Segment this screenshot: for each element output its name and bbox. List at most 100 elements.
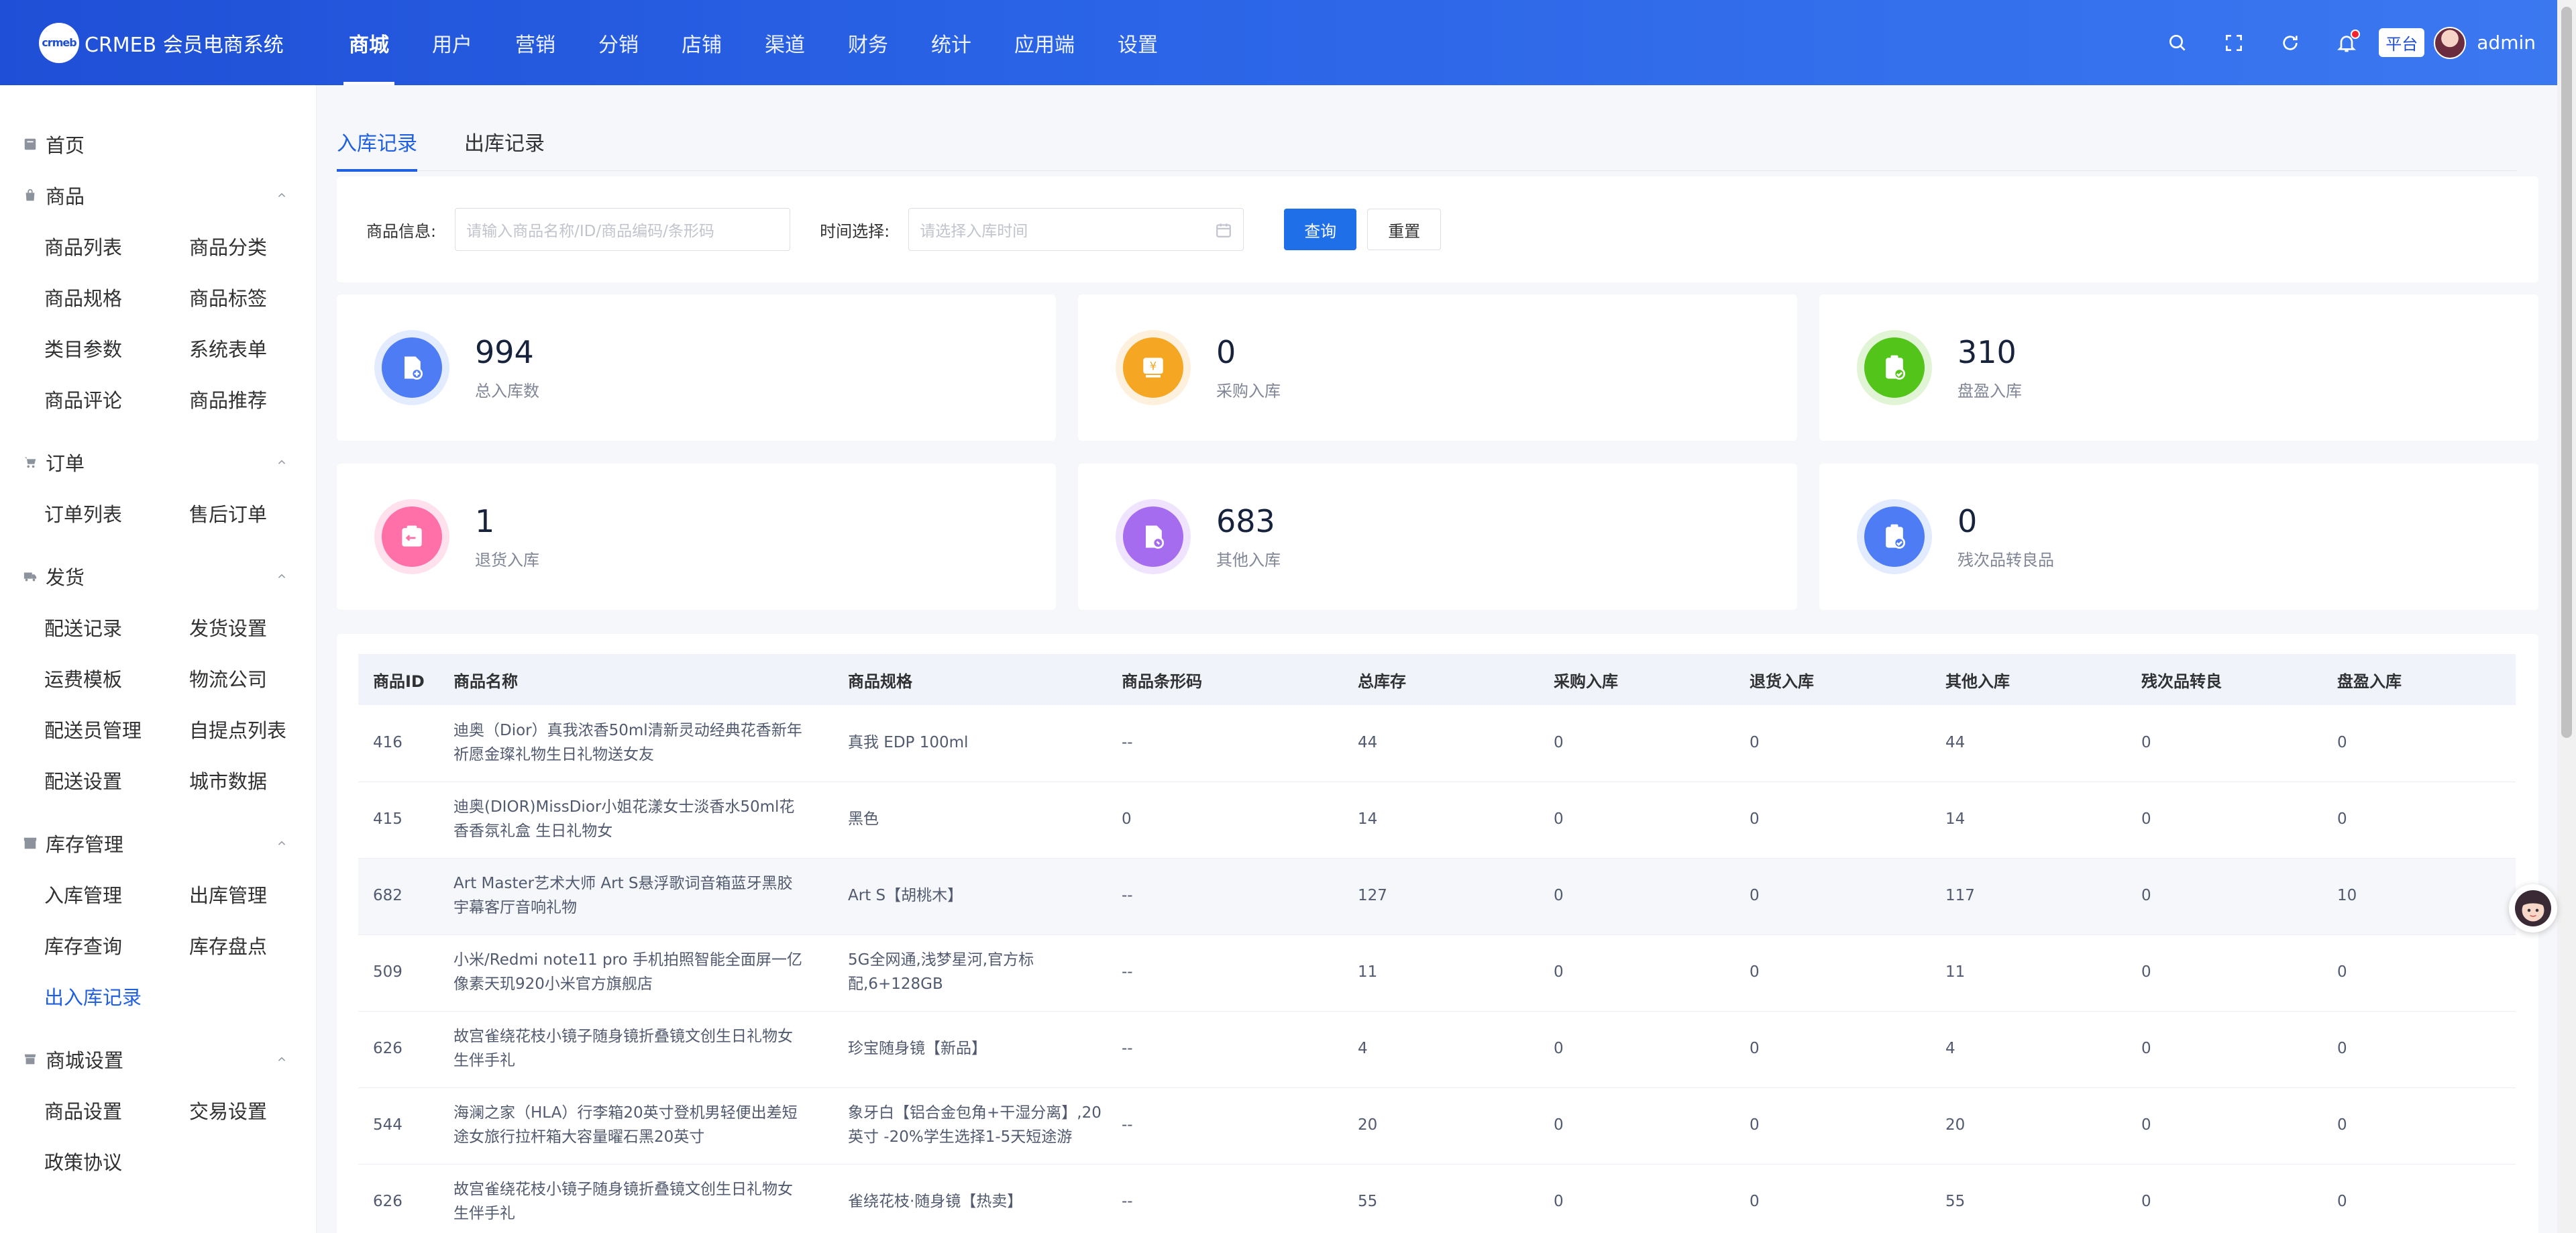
column-header[interactable]: 残次品转良 — [2127, 654, 2322, 705]
sidebar-item[interactable]: 配送设置 — [44, 755, 189, 806]
product-search-input[interactable]: 请输入商品名称/ID/商品编码/条形码 — [455, 208, 791, 251]
table-row[interactable]: 416 迪奥（Dior）真我浓香50ml清新灵动经典花香新年祈愿金璨礼物生日礼物… — [358, 705, 2516, 782]
sidebar-item[interactable]: 库存查询 — [44, 920, 189, 971]
stat-icon-ring — [374, 330, 449, 405]
topnav-users[interactable]: 用户 — [411, 0, 494, 85]
topnav-finance[interactable]: 财务 — [826, 0, 910, 85]
column-header[interactable]: 商品规格 — [833, 654, 1107, 705]
scrollbar-thumb[interactable] — [2561, 7, 2572, 738]
main-content: 入库记录 出库记录 商品信息: 请输入商品名称/ID/商品编码/条形码 时间选择… — [317, 85, 2557, 1233]
calendar-icon — [1216, 223, 1232, 237]
search-icon[interactable] — [2149, 23, 2206, 63]
sidebar-label: 订单 — [46, 452, 85, 475]
refresh-icon[interactable] — [2262, 23, 2318, 63]
cell-id: 544 — [358, 1087, 439, 1165]
query-button[interactable]: 查询 — [1284, 209, 1357, 250]
cell-barcode: 0 — [1107, 782, 1343, 859]
sidebar-item-active[interactable]: 出入库记录 — [44, 971, 189, 1022]
cell-surplus-in: 0 — [2322, 1087, 2516, 1165]
date-picker-input[interactable]: 请选择入库时间 — [908, 208, 1244, 251]
cell-product-name: 故宫雀绕花枝小镜子随身镜折叠镜文创生日礼物女生伴手礼 — [439, 1011, 833, 1088]
logo[interactable]: crmeb CRMEB 会员电商系统 — [39, 22, 307, 63]
sidebar-item[interactable]: 商品列表 — [44, 221, 189, 272]
table-row[interactable]: 415 迪奥(DIOR)MissDior小姐花漾女士淡香水50ml花香香氛礼盒 … — [358, 782, 2516, 859]
sidebar-item[interactable]: 商品设置 — [44, 1085, 189, 1136]
tab-inbound-records[interactable]: 入库记录 — [337, 112, 417, 172]
sidebar-item[interactable]: 交易设置 — [189, 1085, 334, 1136]
sidebar-item[interactable]: 商品规格 — [44, 272, 189, 323]
cell-purchase-in: 0 — [1539, 934, 1735, 1012]
cell-total-stock: 20 — [1343, 1087, 1539, 1165]
topnav-channels[interactable]: 渠道 — [743, 0, 826, 85]
cell-id: 626 — [358, 1011, 439, 1088]
column-header[interactable]: 其他入库 — [1931, 654, 2127, 705]
topnav-mall[interactable]: 商城 — [327, 0, 411, 85]
column-header[interactable]: 退货入库 — [1735, 654, 1931, 705]
topnav-statistics[interactable]: 统计 — [910, 0, 993, 85]
sidebar-item[interactable]: 订单列表 — [44, 488, 189, 539]
page-scrollbar[interactable] — [2557, 0, 2576, 1233]
table-row[interactable]: 626 故宫雀绕花枝小镜子随身镜折叠镜文创生日礼物女生伴手礼 雀绕花枝·随身镜【… — [358, 1164, 2516, 1233]
column-header[interactable]: 商品ID — [358, 654, 439, 705]
store-icon — [24, 1054, 36, 1065]
topnav-stores[interactable]: 店铺 — [660, 0, 743, 85]
topnav-marketing[interactable]: 营销 — [494, 0, 577, 85]
sidebar-group-title[interactable]: 商品 — [0, 170, 316, 221]
topnav-settings[interactable]: 设置 — [1096, 0, 1179, 85]
sidebar-item[interactable]: 运费模板 — [44, 653, 189, 704]
cell-other-in: 11 — [1931, 934, 2127, 1012]
cell-purchase-in: 0 — [1539, 1087, 1735, 1165]
column-header[interactable]: 采购入库 — [1539, 654, 1735, 705]
sidebar-item[interactable]: 入库管理 — [44, 869, 189, 920]
table-row[interactable]: 626 故宫雀绕花枝小镜子随身镜折叠镜文创生日礼物女生伴手礼 珍宝随身镜【新品】… — [358, 1011, 2516, 1088]
sidebar-item[interactable]: 库存盘点 — [189, 920, 334, 971]
sidebar-item[interactable]: 自提点列表 — [189, 704, 334, 755]
sidebar-item[interactable]: 配送员管理 — [44, 704, 189, 755]
sidebar-item[interactable]: 商品评论 — [44, 374, 189, 425]
sidebar-item[interactable]: 商品标签 — [189, 272, 334, 323]
reset-button[interactable]: 重置 — [1367, 209, 1442, 250]
doc-other-icon — [1123, 506, 1183, 567]
sidebar-item[interactable]: 售后订单 — [189, 488, 334, 539]
topnav-apps[interactable]: 应用端 — [993, 0, 1096, 85]
customer-service-avatar-icon[interactable] — [2509, 884, 2557, 932]
column-header[interactable]: 盘盈入库 — [2322, 654, 2516, 705]
column-header[interactable]: 商品条形码 — [1107, 654, 1343, 705]
sidebar-item[interactable]: 物流公司 — [189, 653, 334, 704]
bell-icon[interactable] — [2318, 23, 2375, 63]
sidebar-item[interactable]: 商品推荐 — [189, 374, 334, 425]
cell-defect-convert: 0 — [2127, 1087, 2322, 1165]
records-table-card: 商品ID 商品名称 商品规格 商品条形码 总库存 采购入库 退货入库 其他入库 … — [337, 634, 2538, 1233]
cell-total-stock: 55 — [1343, 1164, 1539, 1233]
fullscreen-icon[interactable] — [2206, 23, 2262, 63]
sidebar-item[interactable]: 配送记录 — [44, 602, 189, 653]
sidebar-group-title[interactable]: 商城设置 — [0, 1034, 316, 1085]
sidebar-item[interactable]: 系统表单 — [189, 323, 334, 374]
table-row[interactable]: 509 小米/Redmi note11 pro 手机拍照智能全面屏一亿像素天玑9… — [358, 934, 2516, 1012]
sidebar-item[interactable]: 政策协议 — [44, 1136, 189, 1187]
sidebar-item[interactable]: 商品分类 — [189, 221, 334, 272]
cell-purchase-in: 0 — [1539, 1011, 1735, 1088]
table-row[interactable]: 544 海澜之家（HLA）行李箱20英寸登机男轻便出差短途女旅行拉杆箱大容量曜石… — [358, 1087, 2516, 1165]
sidebar-group-title[interactable]: 订单 — [0, 437, 316, 488]
sidebar-item[interactable]: 类目参数 — [44, 323, 189, 374]
sidebar-item-home[interactable]: 首页 — [0, 119, 316, 170]
platform-badge[interactable]: 平台 — [2379, 28, 2425, 57]
cell-product-name: Art Master艺术大师 Art S悬浮歌词音箱蓝牙黑胶宇幕客厅音响礼物 — [439, 858, 833, 935]
column-header[interactable]: 总库存 — [1343, 654, 1539, 705]
column-header[interactable]: 商品名称 — [439, 654, 833, 705]
stat-card: 310 盘盈入库 — [1819, 294, 2538, 441]
sidebar-group-title[interactable]: 发货 — [0, 551, 316, 602]
stat-icon-ring — [1857, 499, 1932, 574]
topnav-distribution[interactable]: 分销 — [577, 0, 660, 85]
sidebar-item[interactable]: 城市数据 — [189, 755, 334, 806]
cell-defect-convert: 0 — [2127, 858, 2322, 935]
username[interactable]: admin — [2477, 32, 2536, 54]
cell-defect-convert: 0 — [2127, 1011, 2322, 1088]
table-row[interactable]: 682 Art Master艺术大师 Art S悬浮歌词音箱蓝牙黑胶宇幕客厅音响… — [358, 858, 2516, 935]
sidebar-item[interactable]: 发货设置 — [189, 602, 334, 653]
sidebar-group-title[interactable]: 库存管理 — [0, 818, 316, 869]
tab-outbound-records[interactable]: 出库记录 — [464, 112, 545, 171]
sidebar-item[interactable]: 出库管理 — [189, 869, 334, 920]
avatar[interactable] — [2434, 26, 2467, 59]
